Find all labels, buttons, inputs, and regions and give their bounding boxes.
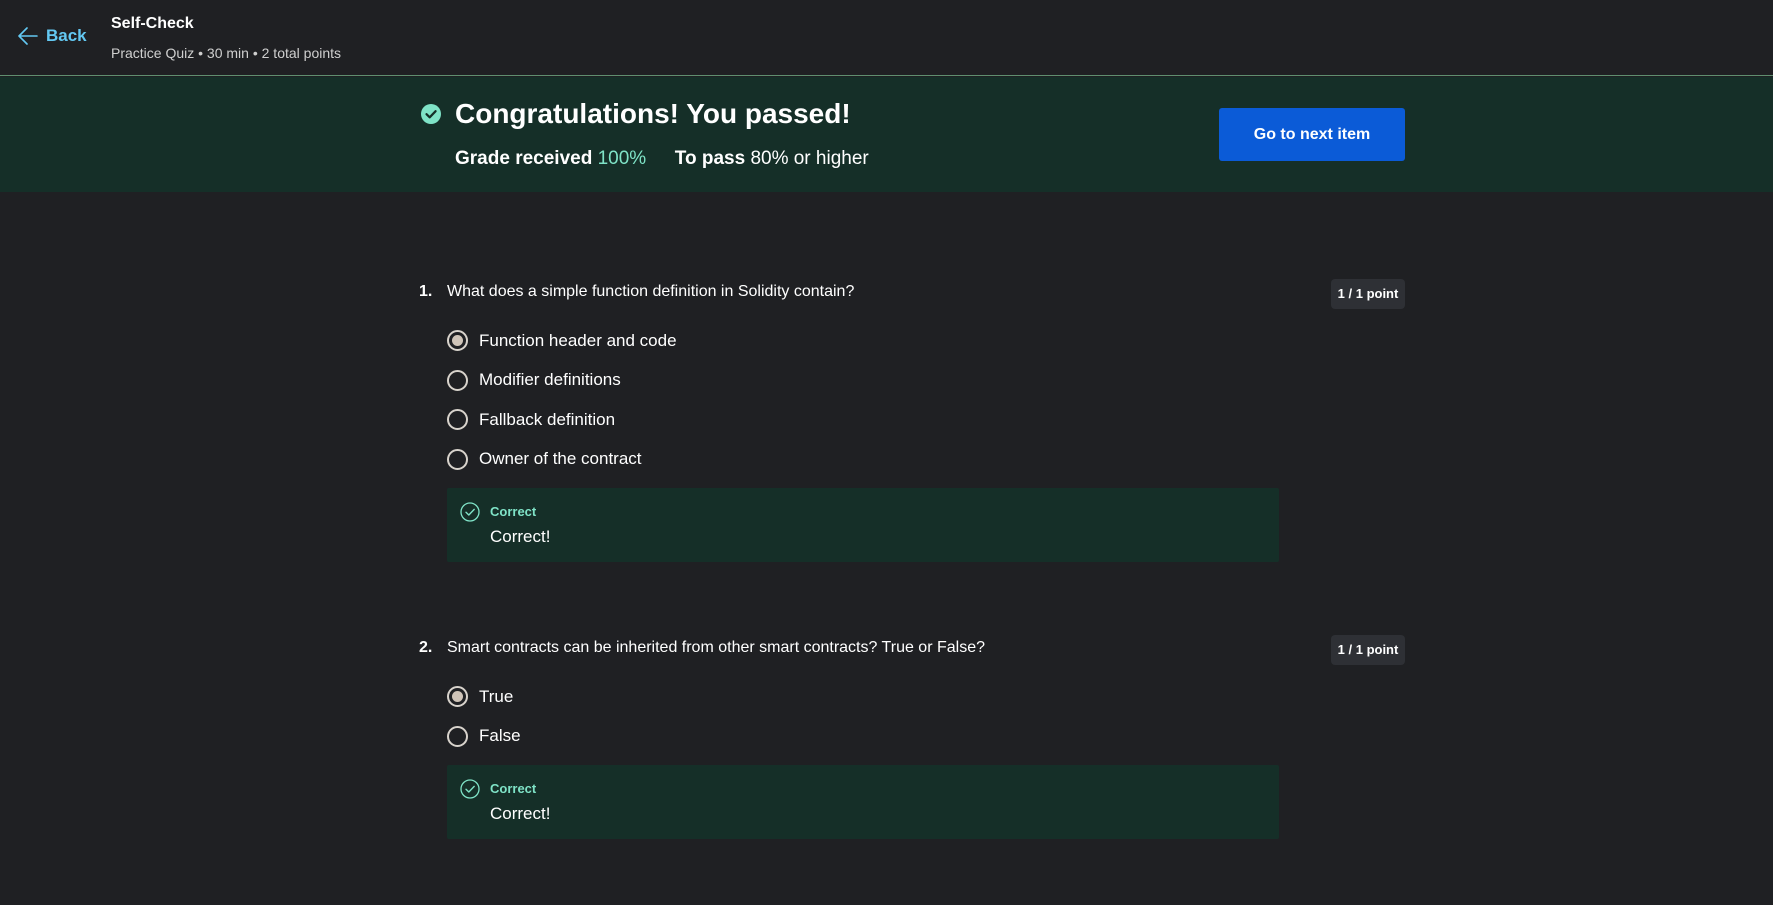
feedback-title: Correct <box>490 781 537 796</box>
check-circle-outline-icon <box>460 779 480 799</box>
option-label: Function header and code <box>479 330 677 350</box>
question-1: 1. What does a simple function definitio… <box>419 279 1405 563</box>
radio-icon[interactable] <box>447 725 468 747</box>
points-badge: 1 / 1 point <box>1331 279 1405 309</box>
answer-option[interactable]: Modifier definitions <box>447 361 677 401</box>
result-banner: Congratulations! You passed! Grade recei… <box>0 77 1773 192</box>
answer-option[interactable]: False <box>447 717 521 757</box>
radio-selected-icon[interactable] <box>447 330 468 352</box>
answer-option[interactable]: Owner of the contract <box>447 440 677 480</box>
feedback-box: Correct Correct! <box>447 488 1279 562</box>
grade-value: 100% <box>597 148 647 169</box>
feedback-title: Correct <box>490 504 537 519</box>
question-2: 2. Smart contracts can be inherited from… <box>419 635 1405 841</box>
back-button[interactable]: Back <box>18 24 87 48</box>
answer-options: Function header and code Modifier defini… <box>447 321 677 479</box>
grade-summary: Grade received 100% To pass 80% or highe… <box>455 147 869 171</box>
question-number: 2. <box>419 639 433 656</box>
radio-selected-icon[interactable] <box>447 686 468 708</box>
points-badge: 1 / 1 point <box>1331 635 1405 665</box>
radio-icon[interactable] <box>447 369 468 391</box>
go-to-next-item-button[interactable]: Go to next item <box>1219 108 1405 161</box>
grade-label: Grade received <box>455 148 593 169</box>
option-label: True <box>479 686 514 706</box>
arrow-left-icon <box>18 27 38 45</box>
option-label: Owner of the contract <box>479 449 642 469</box>
pass-value: 80% or higher <box>750 148 869 169</box>
quiz-title-block: Self-Check Practice Quiz • 30 min • 2 to… <box>111 14 341 62</box>
radio-icon[interactable] <box>447 409 468 431</box>
quiz-meta: Practice Quiz • 30 min • 2 total points <box>111 45 342 61</box>
check-circle-outline-icon <box>460 502 480 522</box>
back-label: Back <box>46 26 87 45</box>
check-circle-filled-icon <box>421 104 441 124</box>
answer-options: True False <box>447 677 521 756</box>
feedback-text: Correct! <box>490 804 551 823</box>
page-title: Self-Check <box>111 15 194 32</box>
pass-label: To pass <box>674 148 746 169</box>
question-text: Smart contracts can be inherited from ot… <box>447 639 985 656</box>
feedback-text: Correct! <box>490 527 551 546</box>
option-label: Fallback definition <box>479 409 616 429</box>
option-label: False <box>479 726 521 746</box>
radio-icon[interactable] <box>447 448 468 470</box>
question-number: 1. <box>419 283 433 300</box>
answer-option[interactable]: Function header and code <box>447 321 677 361</box>
result-heading: Congratulations! You passed! <box>455 98 851 129</box>
question-text: What does a simple function definition i… <box>447 283 855 300</box>
answer-option[interactable]: True <box>447 677 521 717</box>
answer-option[interactable]: Fallback definition <box>447 400 677 440</box>
option-label: Modifier definitions <box>479 370 621 390</box>
top-header: Back Self-Check Practice Quiz • 30 min •… <box>0 0 1773 76</box>
feedback-box: Correct Correct! <box>447 765 1279 839</box>
